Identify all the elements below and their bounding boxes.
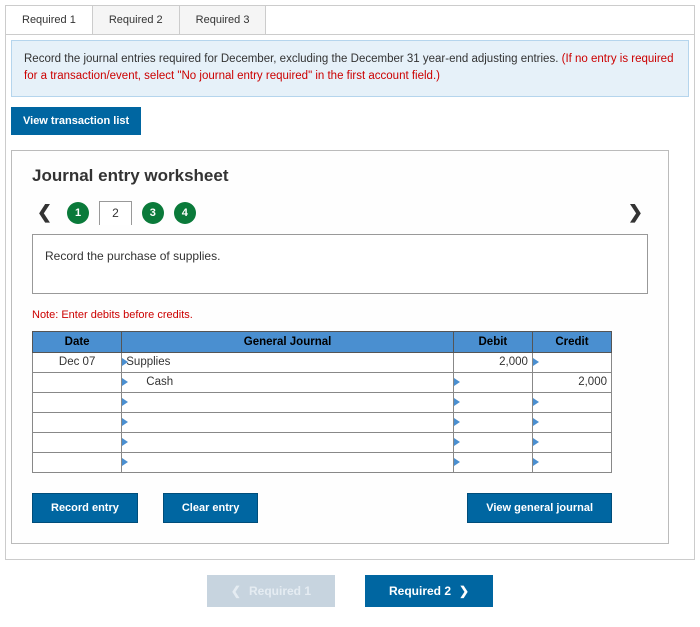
cell-date[interactable] (33, 412, 122, 432)
app-container: Required 1 Required 2 Required 3 Record … (5, 5, 695, 560)
cell-credit[interactable] (532, 352, 611, 372)
worksheet-box: Journal entry worksheet ❮ 1 2 3 4 ❯ Reco… (11, 150, 669, 544)
dropdown-icon (454, 458, 460, 466)
dropdown-icon (533, 438, 539, 446)
next-required-button[interactable]: Required 2 ❯ (365, 575, 493, 607)
steps-left: ❮ 1 2 3 4 (32, 201, 196, 225)
tabs-top: Required 1 Required 2 Required 3 (6, 6, 694, 35)
clear-entry-button[interactable]: Clear entry (163, 493, 258, 523)
cell-account[interactable] (122, 412, 454, 432)
cell-account[interactable] (122, 452, 454, 472)
cell-date[interactable] (33, 372, 122, 392)
instructions-box: Record the journal entries required for … (11, 40, 689, 97)
view-transaction-list-button[interactable]: View transaction list (11, 107, 141, 135)
dropdown-icon (122, 438, 128, 446)
table-row: Cash 2,000 (33, 372, 612, 392)
entry-instruction: Record the purchase of supplies. (32, 234, 648, 294)
cell-account[interactable]: Supplies (122, 352, 454, 372)
step-1[interactable]: 1 (67, 202, 89, 224)
chevron-right-icon[interactable]: ❯ (623, 202, 648, 223)
dropdown-icon (122, 418, 128, 426)
table-row: Dec 07 Supplies 2,000 (33, 352, 612, 372)
chevron-left-icon[interactable]: ❮ (32, 202, 57, 223)
bottom-nav: ❮ Required 1 Required 2 ❯ (0, 575, 700, 607)
cell-debit[interactable]: 2,000 (453, 352, 532, 372)
cell-debit[interactable] (453, 372, 532, 392)
dropdown-icon (533, 458, 539, 466)
dropdown-icon (454, 378, 460, 386)
record-entry-button[interactable]: Record entry (32, 493, 138, 523)
prev-label: Required 1 (249, 584, 311, 598)
view-general-journal-button[interactable]: View general journal (467, 493, 612, 523)
prev-required-button: ❮ Required 1 (207, 575, 335, 607)
note-red: Note: Enter debits before credits. (32, 309, 648, 321)
dropdown-icon (454, 438, 460, 446)
cell-date[interactable] (33, 392, 122, 412)
table-row (33, 432, 612, 452)
journal-body: Dec 07 Supplies 2,000 Cash 2,000 (33, 352, 612, 472)
cell-account[interactable] (122, 392, 454, 412)
instructions-main: Record the journal entries required for … (24, 53, 562, 65)
cell-debit[interactable] (453, 412, 532, 432)
cell-credit[interactable] (532, 432, 611, 452)
dropdown-icon (122, 358, 128, 366)
col-general-journal: General Journal (122, 331, 454, 352)
cell-date[interactable] (33, 452, 122, 472)
dropdown-icon (122, 458, 128, 466)
journal-table: Date General Journal Debit Credit Dec 07… (32, 331, 612, 473)
dropdown-icon (122, 378, 128, 386)
cell-debit[interactable] (453, 452, 532, 472)
dropdown-icon (533, 418, 539, 426)
action-left: Record entry Clear entry (32, 493, 258, 523)
dropdown-icon (533, 398, 539, 406)
dropdown-icon (122, 398, 128, 406)
action-row: Record entry Clear entry View general jo… (32, 493, 612, 523)
cell-credit[interactable]: 2,000 (532, 372, 611, 392)
tab-required-3[interactable]: Required 3 (180, 6, 267, 34)
step-4[interactable]: 4 (174, 202, 196, 224)
cell-account[interactable] (122, 432, 454, 452)
step-nav: ❮ 1 2 3 4 ❯ (32, 201, 648, 225)
dropdown-icon (533, 358, 539, 366)
col-debit: Debit (453, 331, 532, 352)
dropdown-icon (454, 418, 460, 426)
cell-credit[interactable] (532, 412, 611, 432)
cell-credit[interactable] (532, 452, 611, 472)
table-row (33, 392, 612, 412)
table-row (33, 452, 612, 472)
tab-required-1[interactable]: Required 1 (6, 6, 93, 34)
table-row (33, 412, 612, 432)
next-label: Required 2 (389, 584, 451, 598)
cell-debit[interactable] (453, 432, 532, 452)
cell-credit[interactable] (532, 392, 611, 412)
step-2-active[interactable]: 2 (99, 201, 132, 225)
tab-required-2[interactable]: Required 2 (93, 6, 180, 34)
chevron-right-icon: ❯ (459, 584, 469, 598)
chevron-left-icon: ❮ (231, 584, 241, 598)
dropdown-icon (454, 398, 460, 406)
col-date: Date (33, 331, 122, 352)
col-credit: Credit (532, 331, 611, 352)
cell-date[interactable] (33, 432, 122, 452)
worksheet-title: Journal entry worksheet (32, 166, 648, 186)
cell-account[interactable]: Cash (122, 372, 454, 392)
cell-date[interactable]: Dec 07 (33, 352, 122, 372)
cell-debit[interactable] (453, 392, 532, 412)
step-3[interactable]: 3 (142, 202, 164, 224)
